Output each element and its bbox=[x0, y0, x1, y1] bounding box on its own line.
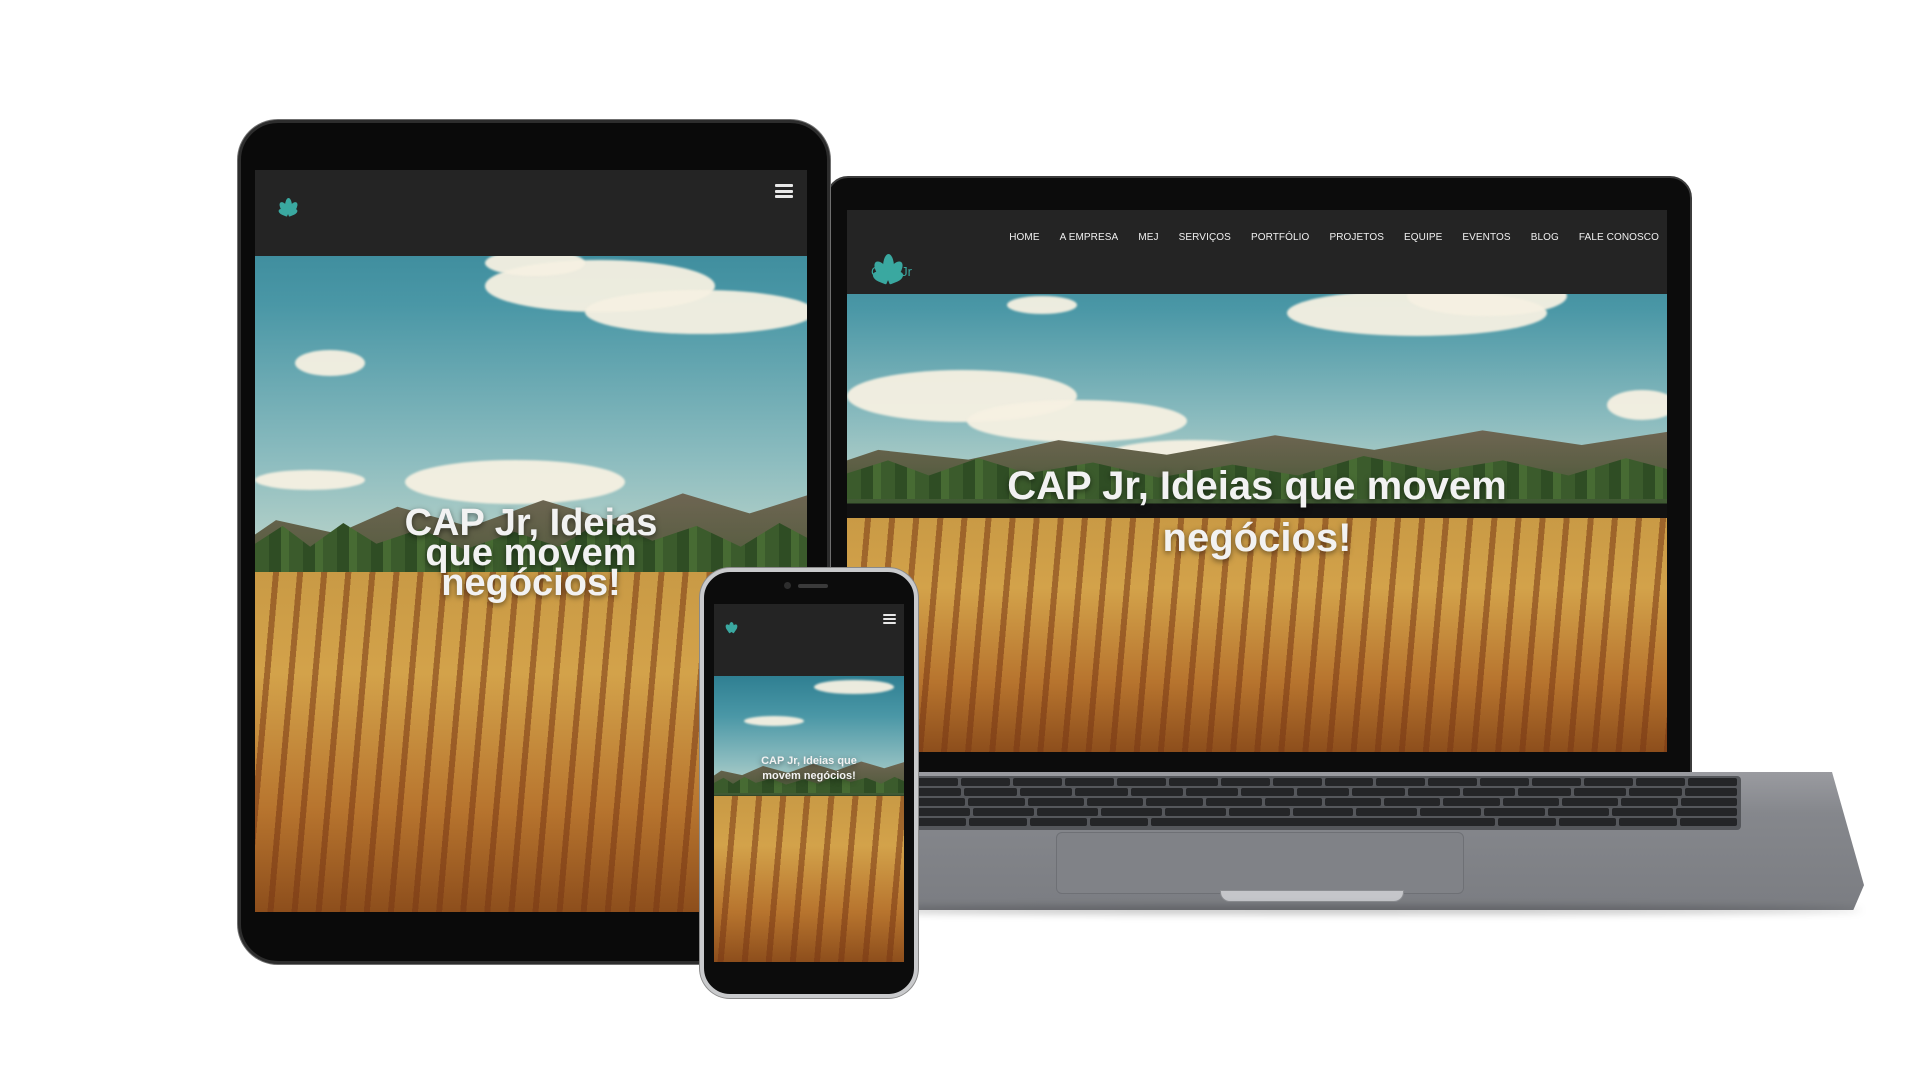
laptop-shadow bbox=[800, 906, 1862, 914]
nav-item-mej[interactable]: MEJ bbox=[1138, 232, 1158, 243]
laptop-nav-menu: HOME A EMPRESA MEJ SERVIÇOS PORTFÓLIO PR… bbox=[1009, 232, 1659, 243]
laptop-lid-notch bbox=[1220, 890, 1404, 902]
phone-hero: CAP Jr, Ideias que movem negócios! bbox=[714, 604, 904, 962]
cap-jr-logo[interactable]: CAP Jr bbox=[857, 224, 923, 285]
phone-camera bbox=[784, 582, 791, 589]
laptop-screen: CAP Jr HOME A EMPRESA MEJ SERVIÇOS PORTF… bbox=[847, 210, 1667, 752]
laptop-trackpad bbox=[1056, 832, 1464, 894]
nav-item-servicos[interactable]: SERVIÇOS bbox=[1179, 232, 1231, 243]
phone-hero-headline: CAP Jr, Ideias que movem negócios! bbox=[761, 755, 857, 782]
hamburger-menu-icon[interactable] bbox=[883, 614, 896, 625]
nav-item-projetos[interactable]: PROJETOS bbox=[1329, 232, 1384, 243]
laptop-hero: CAP Jr HOME A EMPRESA MEJ SERVIÇOS PORTF… bbox=[847, 210, 1667, 752]
nav-item-equipe[interactable]: EQUIPE bbox=[1404, 232, 1442, 243]
cap-jr-logo[interactable] bbox=[720, 610, 744, 634]
nav-item-a-empresa[interactable]: A EMPRESA bbox=[1060, 232, 1119, 243]
laptop-keyboard bbox=[905, 776, 1741, 830]
hamburger-menu-icon[interactable] bbox=[775, 184, 793, 198]
cap-jr-logo[interactable] bbox=[269, 178, 309, 217]
nav-item-blog[interactable]: BLOG bbox=[1531, 232, 1559, 243]
nav-item-fale-conosco[interactable]: FALE CONOSCO bbox=[1579, 232, 1659, 243]
laptop-hero-headline: CAP Jr, Ideias que movem negócios! bbox=[1007, 464, 1507, 560]
phone-screen: CAP Jr, Ideias que movem negócios! bbox=[714, 604, 904, 962]
phone-speaker bbox=[798, 584, 828, 588]
logo-text: CAP Jr bbox=[871, 264, 912, 279]
laptop-navbar: CAP Jr HOME A EMPRESA MEJ SERVIÇOS PORTF… bbox=[847, 210, 1667, 294]
nav-item-portfolio[interactable]: PORTFÓLIO bbox=[1251, 232, 1310, 243]
nav-item-eventos[interactable]: EVENTOS bbox=[1462, 232, 1510, 243]
phone-navbar bbox=[714, 604, 904, 676]
tablet-navbar bbox=[255, 170, 807, 256]
nav-item-home[interactable]: HOME bbox=[1009, 232, 1039, 243]
